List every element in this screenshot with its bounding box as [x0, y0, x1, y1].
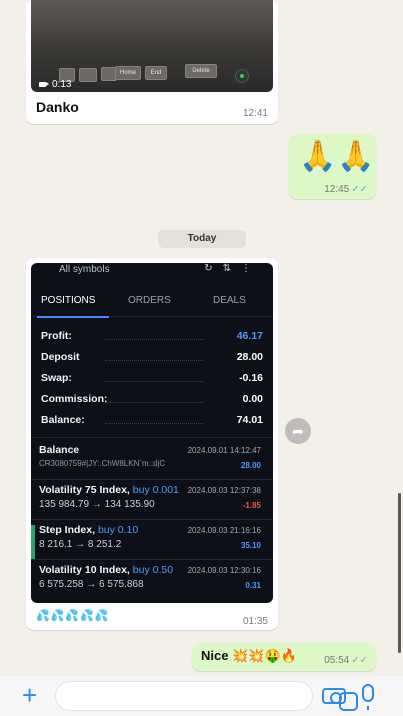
message-status: 05:54 ✓✓ — [324, 655, 368, 666]
deal-detail: CR3080759#|JY:.ChW8LKN`m.:djC — [39, 459, 166, 468]
scrollbar[interactable] — [397, 0, 401, 676]
deal-symbol: Step Index, — [39, 524, 96, 536]
message-caption: 💦💦💦💦💦 — [36, 610, 110, 622]
text-message[interactable]: Nice 💥💥🤑🔥 05:54 ✓✓ — [192, 643, 376, 671]
message-emoji: 🙏🙏 — [299, 140, 376, 173]
deal-prices: 6 575.258 → 6 575.868 — [39, 579, 144, 590]
divider — [31, 559, 273, 560]
deal-amount: -1.85 — [242, 501, 261, 510]
deal-volume: buy 0.10 — [97, 524, 139, 536]
message-text: Nice 💥💥🤑🔥 — [201, 648, 297, 663]
keyboard-key-delete: Delete — [185, 64, 217, 78]
deal-volume: buy 0.50 — [132, 564, 174, 576]
leader-dots — [105, 381, 203, 382]
deal-date: 2024.09.01 14:12:47 — [187, 446, 261, 455]
deal-row: Volatility 10 Index, buy 0.50 2024.09.03… — [31, 563, 273, 601]
summary-commission: Commission: 0.00 — [41, 393, 263, 411]
summary-value: 46.17 — [236, 330, 263, 342]
deal-name: Step Index, buy 0.10 — [39, 524, 138, 536]
message-caption: Danko — [36, 99, 79, 115]
deal-symbol: Balance — [39, 444, 80, 456]
forward-button[interactable]: ➦ — [285, 418, 311, 444]
deal-prices: 8 216.1 → 8 251.2 — [39, 539, 122, 550]
delivered-ticks-icon: ✓✓ — [351, 655, 368, 666]
summary-balance: Balance: 74.01 — [41, 414, 263, 432]
deal-accent-bar — [31, 525, 35, 559]
divider — [31, 519, 273, 520]
deal-row: Volatility 75 Index, buy 0.001 2024.09.0… — [31, 483, 273, 521]
summary-label: Commission: — [41, 393, 108, 405]
deal-amount: 0.31 — [245, 581, 261, 590]
deal-symbol: Volatility 10 Index, — [39, 564, 130, 576]
date-separator: Today — [158, 230, 246, 248]
forward-arrow-icon: ➦ — [292, 423, 304, 439]
video-message[interactable]: Home End Delete 0:13 Danko 12:41 — [26, 0, 278, 124]
keyboard-key-home: Home — [115, 66, 141, 80]
summary-label: Deposit — [41, 351, 80, 363]
trade-tabs: POSITIONS ORDERS DEALS — [31, 287, 273, 318]
deal-row: Balance 2024.09.01 14:12:47 CR3080759#|J… — [31, 443, 273, 481]
summary-value: 74.01 — [236, 414, 263, 426]
summary-value: 0.00 — [242, 393, 263, 405]
message-time: 01:35 — [242, 616, 268, 627]
leader-dots — [105, 402, 203, 403]
leader-dots — [105, 339, 203, 340]
summary-profit: Profit: 46.17 — [41, 330, 263, 348]
header-icons: ↻⇅⋮ — [204, 263, 261, 274]
summary-value: 28.00 — [236, 351, 263, 363]
message-input-bar: + — [0, 676, 403, 716]
attach-plus-icon[interactable]: + — [22, 682, 37, 708]
deal-date: 2024.09.03 12:37:38 — [187, 486, 261, 495]
scrollbar-thumb[interactable] — [398, 493, 401, 653]
deal-name: Balance — [39, 444, 79, 456]
deal-amount: 35.10 — [240, 541, 261, 550]
deal-amount: 28.00 — [240, 461, 261, 470]
image-message[interactable]: All symbols ↻⇅⋮ POSITIONS ORDERS DEALS P… — [26, 258, 278, 630]
summary-value: -0.16 — [239, 372, 263, 384]
deal-date: 2024.09.03 21:16:16 — [187, 526, 261, 535]
camera-icon[interactable] — [322, 688, 346, 704]
deal-date: 2024.09.03 12:30:16 — [187, 566, 261, 575]
active-tab-underline — [37, 316, 109, 318]
read-ticks-icon: ✓✓ — [351, 184, 368, 195]
summary-label: Balance: — [41, 414, 85, 426]
deal-prices: 135 984.79 → 134 135.90 — [39, 499, 155, 510]
message-input[interactable] — [55, 681, 358, 711]
video-thumbnail[interactable]: Home End Delete 0:13 — [31, 0, 273, 92]
video-duration: 0:13 — [39, 79, 71, 90]
message-status: 12:45 ✓✓ — [324, 184, 368, 195]
leader-dots — [105, 423, 203, 424]
divider — [31, 437, 273, 438]
deal-name: Volatility 10 Index, buy 0.50 — [39, 564, 173, 576]
summary-deposit: Deposit 28.00 — [41, 351, 263, 369]
power-led — [235, 69, 249, 83]
tab-positions: POSITIONS — [41, 295, 96, 306]
deal-volume: buy 0.001 — [132, 484, 179, 496]
trade-header: All symbols ↻⇅⋮ — [31, 263, 273, 277]
message-time: 12:41 — [242, 108, 268, 119]
symbols-label: All symbols — [59, 264, 110, 275]
keyboard-key-end: End — [145, 66, 167, 80]
deal-symbol: Volatility 75 Index, — [39, 484, 130, 496]
divider — [31, 479, 273, 480]
deal-row: Step Index, buy 0.10 2024.09.03 21:16:16… — [31, 523, 273, 561]
video-camera-icon — [39, 82, 49, 87]
leader-dots — [105, 360, 203, 361]
deal-name: Volatility 75 Index, buy 0.001 — [39, 484, 179, 496]
message-time: 12:45 — [324, 184, 350, 195]
summary-label: Swap: — [41, 372, 72, 384]
tab-orders: ORDERS — [128, 295, 171, 306]
summary-label: Profit: — [41, 330, 72, 342]
message-time: 05:54 — [324, 655, 350, 666]
emoji-message[interactable]: 🙏🙏 12:45 ✓✓ — [289, 134, 376, 199]
microphone-icon[interactable] — [362, 684, 374, 710]
trading-screenshot[interactable]: All symbols ↻⇅⋮ POSITIONS ORDERS DEALS P… — [31, 263, 273, 603]
video-duration-text: 0:13 — [52, 79, 72, 90]
keyboard-key — [79, 68, 97, 82]
tab-deals: DEALS — [213, 295, 246, 306]
summary-swap: Swap: -0.16 — [41, 372, 263, 390]
